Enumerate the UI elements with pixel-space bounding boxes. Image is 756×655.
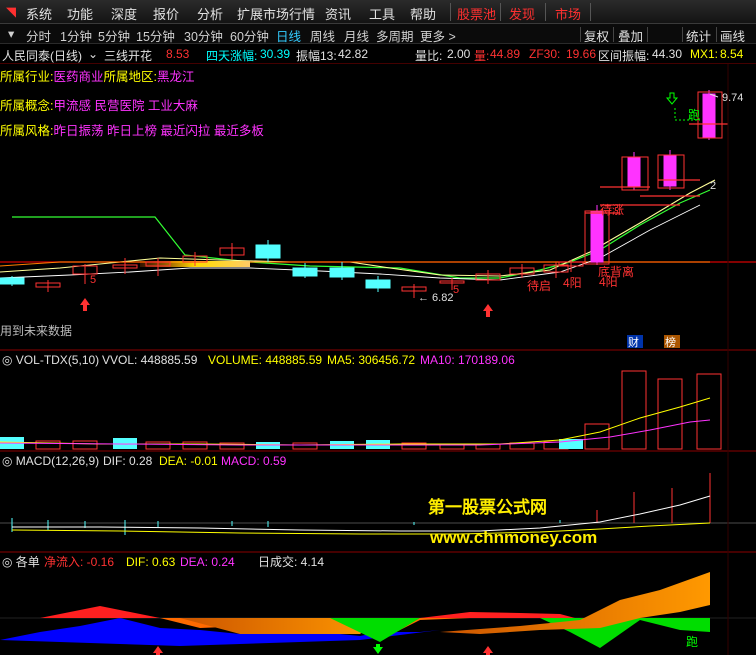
concept-prefix: 所属概念: bbox=[0, 99, 54, 113]
run-tag-main: 跑 bbox=[688, 108, 700, 122]
flow-dif: DIF: 0.63 bbox=[126, 555, 176, 569]
candle-body-18 bbox=[627, 157, 641, 187]
vol-bar-17 bbox=[584, 423, 610, 450]
candle-body-7 bbox=[255, 244, 281, 259]
flow-buy-arrow-icon-0 bbox=[153, 646, 163, 655]
future-data-note: 用到未来数据 bbox=[0, 324, 73, 338]
tag-4yang-b: 4阳 bbox=[599, 275, 618, 289]
watermark-url: www.chnmoney.com bbox=[430, 528, 598, 547]
flow-title: ◎ 各单 bbox=[2, 554, 40, 569]
candle-body-17 bbox=[590, 211, 604, 263]
flow-dea: DEA: 0.24 bbox=[180, 555, 235, 569]
vol-title: ◎ VOL-TDX(5,10) bbox=[2, 353, 99, 367]
vol-bar-18 bbox=[621, 370, 647, 450]
style-overlay: 所属风格:昨日振荡 昨日上榜 最近闪拉 最近多板 bbox=[0, 120, 264, 139]
vol-ma5: MA5: 306456.72 bbox=[327, 353, 415, 367]
macd-dif: DIF: 0.28 bbox=[103, 454, 153, 468]
candle-body-20 bbox=[702, 93, 716, 138]
candle-body-10 bbox=[365, 279, 391, 289]
vol-bar-4 bbox=[145, 441, 171, 450]
style-value: 昨日振荡 昨日上榜 最近闪拉 最近多板 bbox=[53, 124, 264, 138]
flow-sell-arrow-icon bbox=[373, 644, 383, 654]
macd-title: ◎ MACD(12,26,9) bbox=[2, 454, 99, 468]
tag-daizhang: 待涨 bbox=[600, 202, 624, 217]
region-value: 黑龙江 bbox=[156, 70, 195, 84]
style-prefix: 所属风格: bbox=[0, 124, 54, 138]
tag-4yang-a: 4阳 bbox=[563, 276, 582, 290]
industry-value: 医药商业 bbox=[53, 70, 104, 84]
region-prefix: 所属地区: bbox=[103, 70, 157, 84]
count-tag: 2 bbox=[710, 180, 716, 192]
vol-ma10: MA10: 170189.06 bbox=[420, 353, 515, 367]
vol-bar-1 bbox=[35, 440, 61, 450]
vol-bar-20 bbox=[696, 373, 722, 450]
concept-overlay: 所属概念:甲流感 民营医院 工业大麻 bbox=[0, 95, 198, 114]
industry-prefix: 所属行业: bbox=[0, 70, 54, 84]
macd-dea: DEA: -0.01 bbox=[159, 454, 218, 468]
flow-turnover: 日成交: 4.14 bbox=[258, 554, 324, 569]
vol-bar-19 bbox=[657, 378, 683, 450]
buy-arrow-icon-0 bbox=[80, 298, 90, 311]
macd-dif-line bbox=[12, 495, 711, 532]
macd-macd: MACD: 0.59 bbox=[221, 454, 287, 468]
high-price-label: 9.74 bbox=[722, 92, 743, 104]
vol-bar-5 bbox=[182, 441, 208, 450]
vol-vvol: VVOL: 448885.59 bbox=[102, 353, 198, 367]
flow-buy-arrow-icon-1 bbox=[483, 646, 493, 655]
tag-5-b: 5 bbox=[90, 274, 96, 286]
cai-button: 财 bbox=[628, 335, 639, 349]
industry-overlay: 所属行业:医药商业所属地区:黑龙江 bbox=[0, 66, 195, 85]
candle-body-9 bbox=[329, 267, 355, 278]
candle-body-0 bbox=[0, 277, 25, 285]
vol-bar-7 bbox=[256, 442, 280, 449]
tag-daiqi: 待启 bbox=[527, 279, 551, 293]
concept-value: 甲流感 民营医院 工业大麻 bbox=[53, 99, 198, 113]
vol-bar-8 bbox=[292, 442, 318, 450]
candle-body-19 bbox=[663, 155, 677, 187]
vol-bar-2 bbox=[72, 440, 98, 450]
tag-5-a: 5 bbox=[453, 284, 459, 296]
macd-dea-line bbox=[11, 522, 711, 535]
bang-button: 榜 bbox=[665, 335, 676, 349]
low-price-label: ← 6.82 bbox=[418, 292, 453, 304]
sell-arrow-icon bbox=[665, 92, 679, 105]
flow-red-area-1 bbox=[40, 606, 160, 618]
watermark-title: 第一股票公式网 bbox=[428, 498, 547, 517]
run-tag-flow: 跑 bbox=[686, 635, 698, 649]
candle-body-8 bbox=[292, 267, 318, 277]
vol-volume: VOLUME: 448885.59 bbox=[208, 353, 322, 367]
flow-net: 净流入: -0.16 bbox=[44, 555, 114, 569]
flow-red-area-2 bbox=[420, 612, 575, 618]
buy-arrow-icon-1 bbox=[483, 304, 493, 317]
